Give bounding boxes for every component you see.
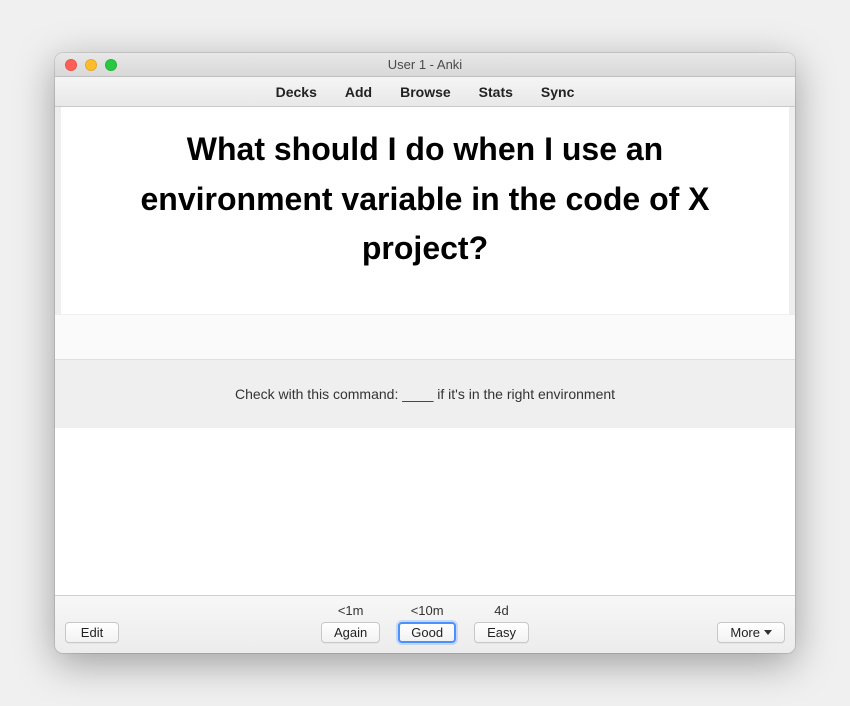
maximize-icon[interactable] <box>105 59 117 71</box>
window-title: User 1 - Anki <box>55 57 795 72</box>
more-button[interactable]: More <box>717 622 785 643</box>
bottom-left-controls: Edit <box>65 622 119 643</box>
easy-button[interactable]: Easy <box>474 622 529 643</box>
card-area: What should I do when I use an environme… <box>55 107 795 595</box>
toolbar-browse[interactable]: Browse <box>400 84 451 100</box>
app-window: User 1 - Anki Decks Add Browse Stats Syn… <box>55 53 795 653</box>
answer-text: Check with this command: ____ if it's in… <box>235 386 615 402</box>
card-content: What should I do when I use an environme… <box>55 107 795 595</box>
close-icon[interactable] <box>65 59 77 71</box>
again-button[interactable]: Again <box>321 622 380 643</box>
card-lower-space <box>55 428 795 595</box>
answer-section: Check with this command: ____ if it's in… <box>55 360 795 428</box>
toolbar-decks[interactable]: Decks <box>276 84 317 100</box>
edit-button[interactable]: Edit <box>65 622 119 643</box>
toolbar-stats[interactable]: Stats <box>479 84 513 100</box>
bottom-right-controls: More <box>717 622 785 643</box>
more-button-label: More <box>730 625 760 640</box>
review-bar: Edit <1m Again <10m Good 4d Easy More <box>55 595 795 653</box>
question-section: What should I do when I use an environme… <box>55 107 795 314</box>
minimize-icon[interactable] <box>85 59 97 71</box>
good-button[interactable]: Good <box>398 622 456 643</box>
interval-easy: 4d <box>494 603 508 619</box>
main-toolbar: Decks Add Browse Stats Sync <box>55 77 795 107</box>
question-text: What should I do when I use an environme… <box>91 125 759 274</box>
toolbar-sync[interactable]: Sync <box>541 84 574 100</box>
toolbar-add[interactable]: Add <box>345 84 372 100</box>
divider <box>55 314 795 360</box>
chevron-down-icon <box>764 630 772 635</box>
interval-again: <1m <box>338 603 364 619</box>
window-controls <box>55 59 117 71</box>
answer-buttons: <1m Again <10m Good 4d Easy <box>65 603 785 643</box>
answer-col-good: <10m Good <box>398 603 456 643</box>
answer-col-again: <1m Again <box>321 603 380 643</box>
answer-col-easy: 4d Easy <box>474 603 529 643</box>
interval-good: <10m <box>411 603 444 619</box>
titlebar: User 1 - Anki <box>55 53 795 77</box>
